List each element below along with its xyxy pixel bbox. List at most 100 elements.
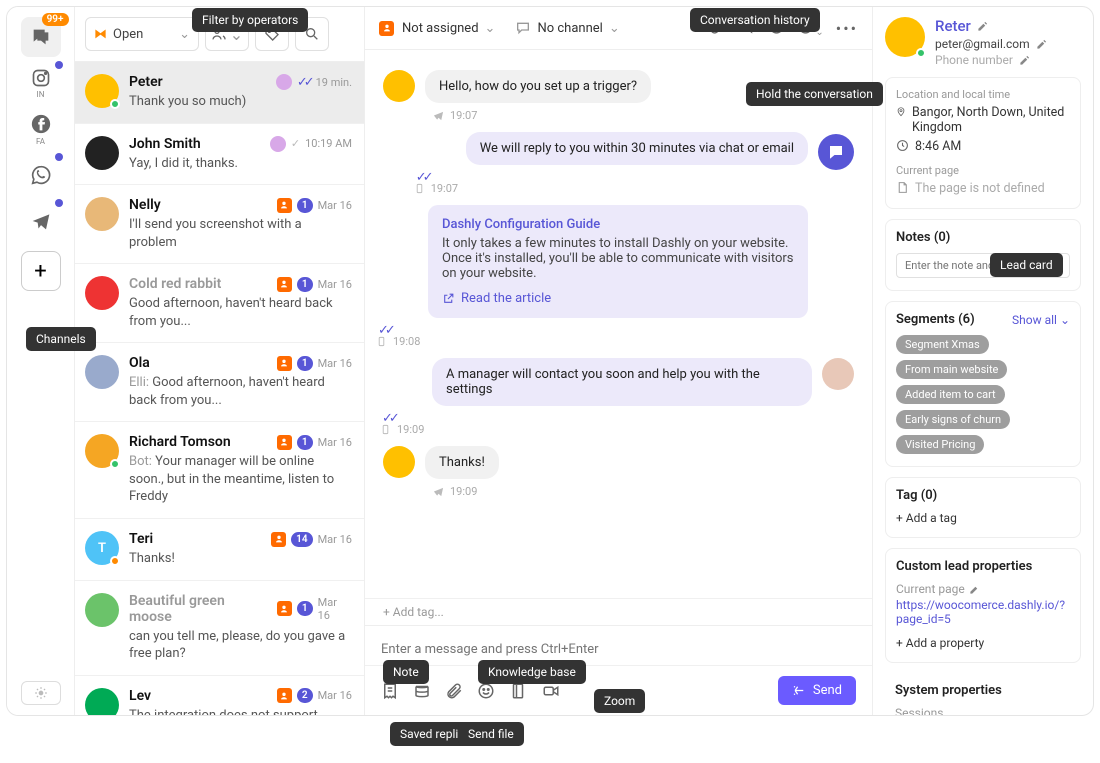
avatar [383, 446, 415, 478]
card-link[interactable]: Read the article [442, 291, 794, 306]
panel-label: Current page [896, 164, 1070, 177]
tip-send-file: Send file [458, 722, 524, 746]
avatar [85, 355, 119, 389]
prop-value[interactable]: https://woocomerce.dashly.io/?page_id=5 [896, 598, 1070, 626]
send-button[interactable]: Send [778, 676, 856, 705]
add-property-link[interactable]: + Add a property [896, 636, 1070, 650]
conv-meta: 1Mar 16 [277, 435, 352, 450]
lead-email: peter@gmail.com [935, 37, 1030, 51]
rail-whatsapp[interactable] [21, 155, 61, 195]
timestamp: Mar 16 [318, 278, 352, 291]
note-icon [381, 682, 399, 700]
conversation-item[interactable]: Beautiful green moose1Mar 16can you tell… [75, 581, 364, 676]
conversation-item[interactable]: Lev2Mar 16The integration does not suppo… [75, 676, 364, 715]
timestamp: 19:09 [397, 423, 424, 436]
whatsapp-icon [31, 165, 51, 185]
edit-icon[interactable] [1036, 39, 1047, 50]
add-tag-button[interactable]: + Add tag... [365, 598, 872, 625]
assigned-icon [277, 688, 292, 703]
assignee-picker[interactable]: Not assigned ⌄ [379, 21, 495, 36]
avatar [85, 197, 119, 231]
conversation-item[interactable]: John Smith✓10:19 AMYay, I did it, thanks… [75, 124, 364, 186]
lead-name[interactable]: Reter [935, 17, 971, 35]
presence-dot [110, 99, 120, 109]
rail-facebook[interactable]: FA [21, 109, 61, 149]
channel-picker[interactable]: No channel ⌄ [515, 20, 619, 36]
presence-dot [110, 459, 120, 469]
card-title: Dashly Configuration Guide [442, 217, 794, 232]
speech-icon [515, 20, 531, 36]
rail-telegram[interactable] [21, 201, 61, 241]
conversation-item[interactable]: Richard Tomson1Mar 16Bot: Your manager w… [75, 422, 364, 519]
rail-inbox[interactable]: 99+ [21, 17, 61, 57]
note-button[interactable] [381, 682, 399, 700]
attach-button[interactable] [445, 682, 463, 700]
show-all-link[interactable]: Show all ⌄ [1012, 313, 1070, 327]
conv-preview: I'll send you screenshot with a problem [129, 216, 352, 251]
conv-meta: 14Mar 16 [271, 532, 352, 547]
conv-preview: Elli: Good afternoon, haven't heard back… [129, 374, 352, 409]
conversation-item[interactable]: Ola1Mar 16Elli: Good afternoon, haven't … [75, 343, 364, 422]
panel-title: Segments (6) [896, 312, 975, 327]
message-outgoing: A manager will contact you soon and help… [383, 358, 854, 436]
tip-lead-card: Lead card [990, 253, 1063, 277]
conv-name: Lev [129, 688, 151, 704]
check-icon: ✓ [291, 137, 300, 150]
segment-chip[interactable]: Visited Pricing [896, 435, 984, 454]
telegram-icon [31, 211, 51, 231]
video-button[interactable] [541, 682, 561, 700]
status-filter[interactable]: ⧓ Open ⌄ [85, 17, 199, 51]
segment-chip[interactable]: Segment Xmas [896, 335, 989, 354]
unread-badge: 1 [297, 198, 313, 213]
timestamp: Mar 16 [318, 689, 352, 702]
segment-chip[interactable]: Early signs of churn [896, 410, 1010, 429]
conversation-item[interactable]: Nelly1Mar 16I'll send you screenshot wit… [75, 185, 364, 264]
segment-chip[interactable]: From main website [896, 360, 1007, 379]
timestamp: Mar 16 [318, 533, 352, 546]
edit-icon[interactable] [1019, 55, 1030, 66]
avatar [85, 434, 119, 468]
timestamp: 19:07 [450, 109, 477, 122]
edit-icon[interactable] [977, 21, 988, 32]
avatar [85, 593, 119, 627]
avatar [85, 276, 119, 310]
mini-avatar [270, 136, 286, 152]
assigned-icon [277, 435, 292, 450]
theme-toggle[interactable] [21, 681, 61, 705]
article-card[interactable]: Dashly Configuration Guide It only takes… [428, 205, 808, 318]
conv-name: Cold red rabbit [129, 276, 221, 292]
agent-avatar [822, 358, 854, 390]
avatar [85, 136, 119, 170]
conv-preview: The integration does not support message… [129, 707, 352, 715]
conversation-item[interactable]: Cold red rabbit 1 Mar 16 Good afternoon, ha… [75, 264, 364, 343]
channel-rail: 99+ IN FA + [7, 7, 75, 715]
chevron-down-icon: ⌄ [485, 21, 496, 36]
tip-kb: Knowledge base [478, 660, 586, 684]
conversation-item[interactable]: Peter✓✓19 min.Thank you so much) [75, 62, 364, 124]
send-icon [433, 110, 444, 121]
message-input[interactable] [381, 642, 856, 657]
chat-icon [30, 26, 52, 48]
notification-dot [55, 199, 63, 207]
saved-replies-button[interactable] [413, 682, 431, 700]
conv-name: Teri [129, 531, 153, 547]
unread-badge: 1 [297, 277, 313, 292]
segments-panel: Segments (6) Show all ⌄ Segment Xmas From… [885, 301, 1081, 467]
edit-icon[interactable] [969, 584, 980, 595]
more-button[interactable]: ••• [836, 19, 858, 38]
segment-chip[interactable]: Added item to cart [896, 385, 1005, 404]
smile-icon [477, 682, 495, 700]
rail-instagram[interactable]: IN [21, 63, 61, 103]
add-tag-link[interactable]: + Add a tag [896, 511, 1070, 525]
mini-avatar [276, 74, 292, 90]
user-icon [379, 21, 394, 36]
tip-channels: Channels [26, 327, 96, 351]
conv-preview: Good afternoon, haven't heard back from … [129, 295, 352, 330]
emoji-button[interactable] [477, 682, 495, 700]
message-card: Dashly Configuration Guide It only takes… [383, 205, 854, 348]
messages: Hello, how do you set up a trigger? 19:0… [365, 50, 872, 598]
conversation-item[interactable]: TTeri14Mar 16Thanks! [75, 519, 364, 581]
add-channel-button[interactable]: + [21, 251, 61, 291]
kb-button[interactable] [509, 682, 527, 700]
panel-label: Location and local time [896, 88, 1070, 101]
